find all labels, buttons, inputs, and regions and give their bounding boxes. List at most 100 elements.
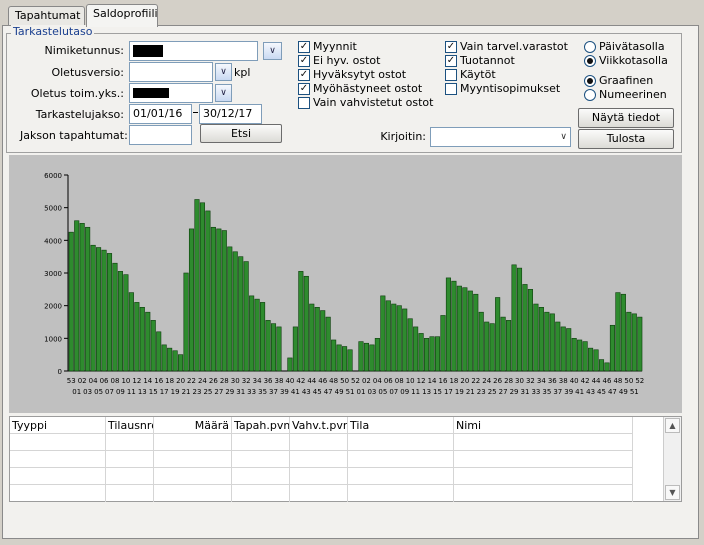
chart-bar: [527, 289, 533, 372]
x-tick-label: 21: [182, 388, 191, 396]
x-tick-label: 28: [504, 377, 513, 385]
printer-select[interactable]: ∨: [430, 127, 571, 147]
numeerinen-label: Numeerinen: [599, 88, 667, 101]
x-tick-label: 10: [121, 377, 130, 385]
column-header[interactable]: Nimi: [454, 417, 633, 434]
chart-bar: [489, 323, 495, 372]
chart-bar: [522, 284, 528, 372]
chart-bar: [276, 326, 282, 372]
chart-bar: [178, 354, 184, 372]
table-row[interactable]: [10, 485, 633, 502]
chart-bar: [232, 251, 238, 372]
x-tick-label: 02: [78, 377, 87, 385]
column-header[interactable]: Vahv.t.pvm: [290, 417, 348, 434]
x-tick-label: 26: [209, 377, 218, 385]
x-tick-label: 42: [296, 377, 305, 385]
chart-bar: [500, 316, 506, 372]
y-tick-label: 0: [58, 368, 62, 376]
column-header[interactable]: Tyyppi: [10, 417, 106, 434]
column-header[interactable]: Tapah.pvm: [232, 417, 290, 434]
chevron-down-icon[interactable]: ∨: [215, 63, 232, 81]
saldo-chart: 010002000300040005000600053 02 04 06 08 10 12 1…: [44, 172, 644, 396]
x-tick-label: 43: [586, 388, 595, 396]
chart-bar: [637, 316, 643, 372]
y-tick-label: 4000: [44, 237, 62, 245]
scroll-up-icon[interactable]: ▲: [665, 418, 680, 433]
chart-bar: [216, 228, 222, 372]
chart-bar: [451, 280, 457, 372]
numeerinen-radio[interactable]: [584, 89, 596, 101]
tab-saldoprofiili[interactable]: Saldoprofiili: [86, 4, 158, 27]
kaytot-checkbox[interactable]: [445, 69, 457, 81]
chart-bar: [303, 275, 309, 372]
oletusversio-select[interactable]: [129, 62, 213, 82]
x-tick-label: 23: [477, 388, 486, 396]
chart-bar: [396, 305, 402, 372]
end-date-input[interactable]: 30/12/17: [199, 104, 262, 124]
x-tick-label: 52: [351, 377, 360, 385]
ei-hyv-ostot-checkbox[interactable]: ✓: [298, 55, 310, 67]
chevron-down-icon[interactable]: ∨: [215, 84, 232, 102]
chart-bar: [363, 342, 369, 372]
viikkotasolla-radio[interactable]: [584, 55, 596, 67]
chart-bar: [221, 230, 227, 372]
show-data-button[interactable]: Näytä tiedot: [578, 108, 674, 128]
x-tick-label: 33: [247, 388, 256, 396]
chart-bar: [123, 274, 129, 372]
nimiketunnus-input[interactable]: [129, 41, 258, 61]
x-tick-label: 06: [100, 377, 109, 385]
x-tick-label: 45: [313, 388, 322, 396]
x-tick-label: 38: [559, 377, 568, 385]
x-tick-label: 02: [362, 377, 371, 385]
table-row[interactable]: [10, 451, 633, 468]
chart-bar: [188, 228, 195, 372]
jakson-tapahtumat-input[interactable]: [129, 125, 192, 145]
vain-vahvistetut-label: Vain vahvistetut ostot: [313, 96, 434, 109]
myynnit-checkbox[interactable]: ✓: [298, 41, 310, 53]
oletus-toim-select[interactable]: [129, 83, 213, 103]
x-tick-label: 14: [143, 377, 152, 385]
table-row[interactable]: [10, 434, 633, 451]
graafinen-radio[interactable]: [584, 75, 596, 87]
chart-bar: [117, 271, 123, 372]
myohastyneet-ostot-checkbox[interactable]: ✓: [298, 83, 310, 95]
column-header[interactable]: Tila: [348, 417, 454, 434]
vain-tarvel-checkbox[interactable]: ✓: [445, 41, 457, 53]
vain-vahvistetut-checkbox[interactable]: [298, 97, 310, 109]
column-header[interactable]: Tilausnro: [106, 417, 154, 434]
chart-bar: [609, 324, 615, 372]
search-button[interactable]: Etsi: [200, 124, 282, 143]
x-tick-label: 22: [471, 377, 480, 385]
chart-bar: [434, 336, 441, 372]
column-divider: [347, 434, 348, 502]
paivatasolla-radio[interactable]: [584, 41, 596, 53]
vertical-scrollbar[interactable]: ▲ ▼: [663, 417, 681, 501]
kpl-unit: kpl: [234, 66, 251, 79]
print-button[interactable]: Tulosta: [578, 129, 674, 149]
myyntisopimukset-checkbox[interactable]: [445, 83, 457, 95]
x-tick-label: 39: [280, 388, 289, 396]
chart-bar: [194, 199, 200, 372]
start-date-input[interactable]: 01/01/16: [129, 104, 192, 124]
x-tick-label: 20: [460, 377, 469, 385]
x-tick-label: 13: [422, 388, 431, 396]
nimike-search-button[interactable]: ∨: [263, 42, 282, 60]
x-tick-label: 49: [619, 388, 628, 396]
date-separator: [193, 112, 198, 113]
chart-bar: [577, 339, 583, 372]
scroll-down-icon[interactable]: ▼: [665, 485, 680, 500]
events-table[interactable]: Tyyppi Tilausnro Määrä Tapah.pvm Vahv.t.…: [9, 416, 682, 502]
chart-bar: [369, 344, 375, 372]
chart-bar: [96, 247, 102, 372]
x-tick-label: 34: [253, 377, 262, 385]
tab-tapahtumat[interactable]: Tapahtumat: [8, 6, 85, 26]
vain-tarvel-label: Vain tarvel.varastot: [460, 40, 568, 53]
viikkotasolla-label: Viikkotasolla: [599, 54, 668, 67]
column-header[interactable]: Määrä: [154, 417, 232, 434]
chart-bar: [260, 302, 266, 372]
x-tick-label: 07: [105, 388, 114, 396]
tuotannot-checkbox[interactable]: ✓: [445, 55, 457, 67]
table-row[interactable]: [10, 468, 633, 485]
hyvaksytyt-ostot-checkbox[interactable]: ✓: [298, 69, 310, 81]
chart-bar: [555, 321, 561, 372]
